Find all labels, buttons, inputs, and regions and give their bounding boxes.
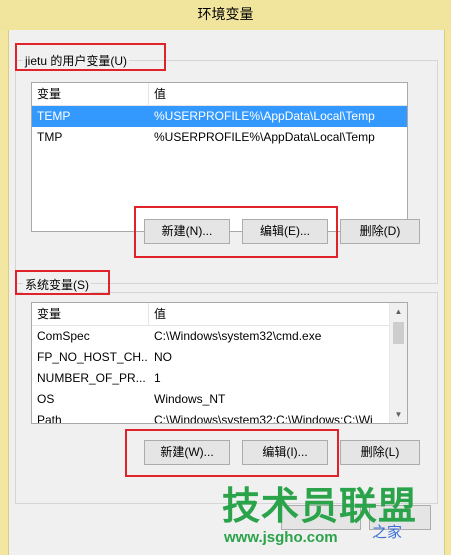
column-header-name[interactable]: 变量 xyxy=(37,83,61,105)
window-titlebar[interactable]: 环境变量 xyxy=(0,0,451,30)
variable-name: NUMBER_OF_PR... xyxy=(37,371,146,385)
list-item[interactable]: NUMBER_OF_PR... 1 xyxy=(32,368,407,389)
column-divider[interactable] xyxy=(148,303,149,325)
list-item[interactable]: Path C:\Windows\system32;C:\Windows;C:\W… xyxy=(32,410,407,424)
column-header-name[interactable]: 变量 xyxy=(37,303,61,325)
variable-name: OS xyxy=(37,392,55,406)
system-edit-button[interactable]: 编辑(I)... xyxy=(242,440,328,465)
scroll-up-arrow-icon[interactable]: ▲ xyxy=(390,303,407,320)
system-variables-list[interactable]: 变量 值 ComSpec C:\Windows\system32\cmd.exe… xyxy=(31,302,408,424)
list-item[interactable]: TEMP %USERPROFILE%\AppData\Local\Temp xyxy=(32,106,407,127)
user-variables-list[interactable]: 变量 值 TEMP %USERPROFILE%\AppData\Local\Te… xyxy=(31,82,408,232)
user-variables-label: jietu 的用户变量(U) xyxy=(23,52,130,69)
window-title: 环境变量 xyxy=(197,6,254,22)
variable-name: FP_NO_HOST_CH... xyxy=(37,350,147,364)
user-new-button[interactable]: 新建(N)... xyxy=(144,219,230,244)
variable-value: C:\Windows\system32\cmd.exe xyxy=(154,329,322,343)
scroll-thumb[interactable] xyxy=(393,322,404,344)
variable-value: %USERPROFILE%\AppData\Local\Temp xyxy=(154,109,375,123)
column-header-value[interactable]: 值 xyxy=(154,83,166,105)
variable-value: NO xyxy=(154,350,172,364)
user-delete-button[interactable]: 删除(D) xyxy=(340,219,420,244)
variable-value: C:\Windows\system32;C:\Windows;C:\Wi xyxy=(154,413,373,424)
variable-value: 1 xyxy=(154,371,161,385)
scroll-down-arrow-icon[interactable]: ▼ xyxy=(390,406,407,423)
column-divider[interactable] xyxy=(148,83,149,105)
system-new-button[interactable]: 新建(W)... xyxy=(144,440,230,465)
dialog-body: jietu 的用户变量(U) 变量 值 TEMP %USERPROFILE%\A… xyxy=(8,30,445,555)
column-header-value[interactable]: 值 xyxy=(154,303,166,325)
variable-name: TMP xyxy=(37,130,63,144)
list-item[interactable]: FP_NO_HOST_CH... NO xyxy=(32,347,407,368)
ok-button[interactable] xyxy=(281,505,361,530)
cancel-button[interactable] xyxy=(369,505,431,530)
list-item[interactable]: OS Windows_NT xyxy=(32,389,407,410)
variable-name: TEMP xyxy=(37,109,71,123)
vertical-scrollbar[interactable]: ▲ ▼ xyxy=(389,303,407,423)
variable-name: Path xyxy=(37,413,62,424)
list-item[interactable]: ComSpec C:\Windows\system32\cmd.exe xyxy=(32,326,407,347)
system-delete-button[interactable]: 删除(L) xyxy=(340,440,420,465)
system-variables-label: 系统变量(S) xyxy=(23,276,91,293)
variable-value: Windows_NT xyxy=(154,392,226,406)
variable-value: %USERPROFILE%\AppData\Local\Temp xyxy=(154,130,375,144)
variable-name: ComSpec xyxy=(37,329,90,343)
list-item[interactable]: TMP %USERPROFILE%\AppData\Local\Temp xyxy=(32,127,407,148)
user-edit-button[interactable]: 编辑(E)... xyxy=(242,219,328,244)
list-header: 变量 值 xyxy=(32,83,407,106)
list-header: 变量 值 xyxy=(32,303,407,326)
